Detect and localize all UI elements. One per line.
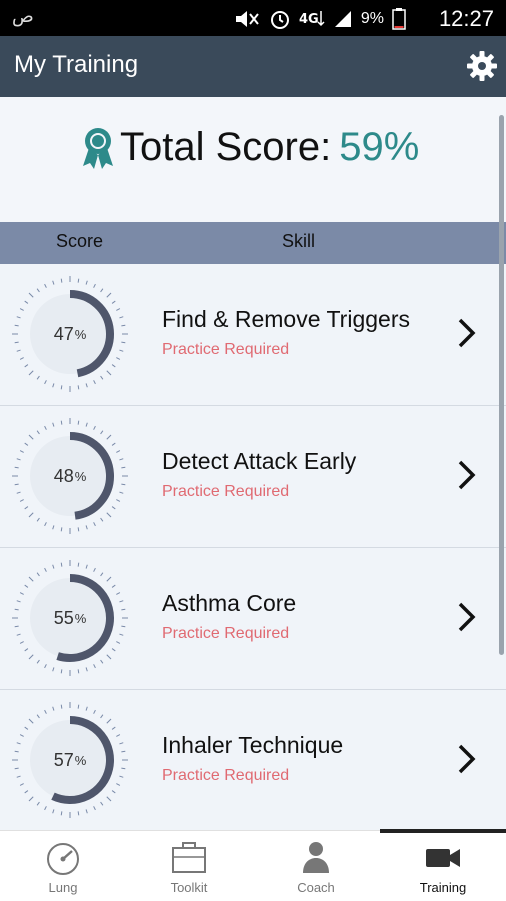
skill-row-inhaler-technique[interactable]: 57% Inhaler Technique Practice Required [0,690,506,832]
tab-toolkit[interactable]: Toolkit [126,831,252,901]
tab-coach[interactable]: Coach [253,831,379,901]
skill-status: Practice Required [162,483,290,500]
gauge-icon [47,843,79,875]
app-bar: My Training [0,36,506,97]
skill-row-find-remove-triggers[interactable]: 47% Find & Remove Triggers Practice Requ… [0,264,506,406]
chevron-right-icon[interactable] [456,600,478,634]
skill-list: 47% Find & Remove Triggers Practice Requ… [0,264,506,832]
network-4g-icon: 4G [299,11,325,27]
tab-label: Training [419,880,467,895]
total-score-panel: Total Score: 59% [0,97,506,222]
column-header-skill: Skill [282,231,316,251]
status-bar: ص 4G 9% 12:27 [0,0,506,36]
chevron-right-icon[interactable] [456,316,478,350]
column-header-score: Score [56,231,104,251]
skill-name: Find & Remove Triggers [162,306,410,332]
briefcase-icon [172,842,206,873]
mute-icon [235,11,259,27]
skill-status: Practice Required [162,625,290,642]
score-percent: 55% [53,607,87,628]
clock: 12:27 [438,6,494,31]
tab-label: Lung [48,880,78,895]
skill-status: Practice Required [162,767,290,784]
skill-row-detect-attack-early[interactable]: 48% Detect Attack Early Practice Require… [0,406,506,548]
award-ribbon-icon [83,127,113,169]
tab-label: Toolkit [170,880,208,895]
bottom-navigation: Lung Toolkit Coach Training [0,829,506,901]
svg-text:4G: 4G [299,12,319,27]
status-icons: 4G 9% [233,8,406,30]
battery-percent: 9% [360,10,384,27]
skill-name: Asthma Core [162,590,297,616]
scrollbar[interactable] [499,115,504,655]
chevron-right-icon[interactable] [456,742,478,776]
skill-name: Detect Attack Early [162,448,357,474]
active-tab-indicator [380,829,506,833]
score-percent: 47% [53,323,87,344]
page-title: My Training [14,51,139,78]
skill-name: Inhaler Technique [162,732,344,758]
settings-gear-icon[interactable] [466,50,498,82]
video-camera-icon [426,849,460,867]
skill-row-asthma-core[interactable]: 55% Asthma Core Practice Required [0,548,506,690]
tab-training[interactable]: Training [380,829,506,901]
signal-icon [334,11,351,27]
chevron-right-icon[interactable] [456,458,478,492]
tab-lung[interactable]: Lung [0,831,126,901]
score-percent: 48% [53,465,87,486]
table-header: Score Skill [0,222,506,264]
total-score-label: Total Score: [120,125,332,169]
score-percent: 57% [53,749,87,770]
person-icon [303,842,329,873]
tab-label: Coach [297,880,335,895]
total-score-value: 59% [339,125,420,169]
battery-icon [392,8,406,30]
notification-icon: ص [12,6,34,26]
skill-status: Practice Required [162,341,290,358]
alarm-icon [270,11,289,29]
